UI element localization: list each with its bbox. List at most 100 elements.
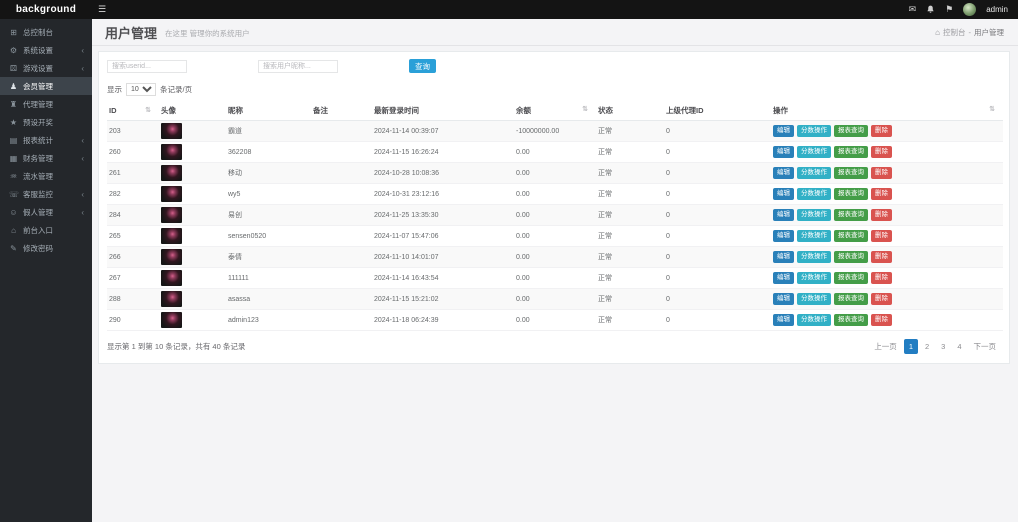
sort-icon[interactable]: ⇅ (145, 106, 151, 114)
pagination-page-4[interactable]: 4 (952, 339, 966, 354)
delete-button[interactable]: 删除 (871, 125, 892, 137)
breadcrumb-console[interactable]: 控制台 (943, 27, 966, 38)
search-userid-input[interactable] (107, 60, 187, 73)
user-avatar-image (161, 165, 182, 181)
cell-remark (311, 163, 372, 184)
cell-nickname: 易创 (226, 205, 311, 226)
cell-actions: 编辑分数操作报表查询删除 (771, 226, 1003, 247)
cell-balance: 0.00 (514, 247, 596, 268)
score-operation-button[interactable]: 分数操作 (797, 251, 831, 263)
sidebar-item-label: 报表统计 (23, 135, 53, 146)
score-operation-button[interactable]: 分数操作 (797, 209, 831, 221)
column-header[interactable]: ⇅余额 (514, 101, 596, 121)
query-button[interactable]: 查询 (409, 59, 436, 73)
edit-button[interactable]: 编辑 (773, 251, 794, 263)
scrollbar[interactable] (1018, 0, 1024, 522)
sidebar-item-label: 预设开奖 (23, 117, 53, 128)
delete-button[interactable]: 删除 (871, 251, 892, 263)
users-table: ⇅ID头像昵称备注最新登录时间⇅余额状态上级代理ID⇅操作 203霸道2024-… (107, 101, 1003, 331)
pagination-prev[interactable]: 上一页 (869, 338, 902, 355)
search-nickname-input[interactable] (258, 60, 338, 73)
cell-status: 正常 (596, 121, 664, 142)
delete-button[interactable]: 删除 (871, 167, 892, 179)
report-query-button[interactable]: 报表查询 (834, 314, 868, 326)
column-header[interactable]: ⇅ID (107, 101, 159, 121)
score-operation-button[interactable]: 分数操作 (797, 146, 831, 158)
report-query-button[interactable]: 报表查询 (834, 209, 868, 221)
pagination-page-2[interactable]: 2 (920, 339, 934, 354)
sidebar-item-entrance[interactable]: ⌂前台入口 (0, 221, 92, 239)
flag-icon[interactable]: ⚑ (945, 5, 953, 14)
pagesize-prefix: 显示 (107, 84, 122, 95)
delete-button[interactable]: 删除 (871, 209, 892, 221)
pagination-page-1[interactable]: 1 (904, 339, 918, 354)
cell-balance: -10000000.00 (514, 121, 596, 142)
report-query-button[interactable]: 报表查询 (834, 251, 868, 263)
report-icon: ▤ (9, 136, 18, 145)
avatar[interactable] (963, 3, 976, 16)
mail-icon[interactable]: ✉ (909, 5, 917, 14)
edit-button[interactable]: 编辑 (773, 125, 794, 137)
score-operation-button[interactable]: 分数操作 (797, 188, 831, 200)
report-query-button[interactable]: 报表查询 (834, 272, 868, 284)
sidebar-item-service[interactable]: ☏客服监控‹ (0, 185, 92, 203)
sidebar-item-gear[interactable]: ⚙系统设置‹ (0, 41, 92, 59)
pagination-page-3[interactable]: 3 (936, 339, 950, 354)
delete-button[interactable]: 删除 (871, 146, 892, 158)
column-header[interactable]: ⇅操作 (771, 101, 1003, 121)
hamburger-icon[interactable]: ☰ (98, 4, 106, 15)
report-query-button[interactable]: 报表查询 (834, 230, 868, 242)
delete-button[interactable]: 删除 (871, 314, 892, 326)
sidebar-item-finance[interactable]: ▦财务管理‹ (0, 149, 92, 167)
cell-avatar (159, 289, 226, 310)
edit-button[interactable]: 编辑 (773, 167, 794, 179)
delete-button[interactable]: 删除 (871, 188, 892, 200)
report-query-button[interactable]: 报表查询 (834, 167, 868, 179)
edit-button[interactable]: 编辑 (773, 209, 794, 221)
cell-nickname: 霸道 (226, 121, 311, 142)
column-label: 状态 (598, 106, 613, 115)
report-query-button[interactable]: 报表查询 (834, 146, 868, 158)
pagesize-select[interactable]: 10 (126, 83, 156, 96)
sidebar-item-password[interactable]: ✎修改密码 (0, 239, 92, 257)
edit-button[interactable]: 编辑 (773, 293, 794, 305)
cell-status: 正常 (596, 163, 664, 184)
cell-balance: 0.00 (514, 310, 596, 331)
edit-button[interactable]: 编辑 (773, 146, 794, 158)
report-query-button[interactable]: 报表查询 (834, 188, 868, 200)
delete-button[interactable]: 删除 (871, 293, 892, 305)
score-operation-button[interactable]: 分数操作 (797, 167, 831, 179)
score-operation-button[interactable]: 分数操作 (797, 230, 831, 242)
report-query-button[interactable]: 报表查询 (834, 293, 868, 305)
user-menu[interactable]: admin (986, 5, 1008, 14)
column-header: 状态 (596, 101, 664, 121)
score-operation-button[interactable]: 分数操作 (797, 272, 831, 284)
sort-icon[interactable]: ⇅ (989, 105, 995, 113)
cell-nickname: 移动 (226, 163, 311, 184)
sort-icon[interactable]: ⇅ (582, 105, 588, 113)
sidebar-item-bots[interactable]: ☺假人管理‹ (0, 203, 92, 221)
edit-button[interactable]: 编辑 (773, 314, 794, 326)
pagination-next[interactable]: 下一页 (969, 338, 1002, 355)
sidebar-item-report[interactable]: ▤报表统计‹ (0, 131, 92, 149)
bell-icon[interactable] (926, 5, 935, 14)
sidebar-item-users[interactable]: ♟会员管理 (0, 77, 92, 95)
cell-id: 265 (107, 226, 159, 247)
edit-button[interactable]: 编辑 (773, 230, 794, 242)
sidebar-item-preset[interactable]: ★预设开奖 (0, 113, 92, 131)
cell-actions: 编辑分数操作报表查询删除 (771, 268, 1003, 289)
delete-button[interactable]: 删除 (871, 272, 892, 284)
column-label: 备注 (313, 106, 328, 115)
delete-button[interactable]: 删除 (871, 230, 892, 242)
edit-button[interactable]: 编辑 (773, 272, 794, 284)
page-subtitle: 在这里 管理你的系统用户 (165, 28, 250, 39)
sidebar-item-dashboard[interactable]: ⊞总控制台 (0, 23, 92, 41)
sidebar-item-game[interactable]: ⚄游戏设置‹ (0, 59, 92, 77)
edit-button[interactable]: 编辑 (773, 188, 794, 200)
sidebar-item-agent[interactable]: ♜代理管理 (0, 95, 92, 113)
score-operation-button[interactable]: 分数操作 (797, 293, 831, 305)
score-operation-button[interactable]: 分数操作 (797, 125, 831, 137)
sidebar-item-flow[interactable]: ♒流水管理 (0, 167, 92, 185)
score-operation-button[interactable]: 分数操作 (797, 314, 831, 326)
report-query-button[interactable]: 报表查询 (834, 125, 868, 137)
